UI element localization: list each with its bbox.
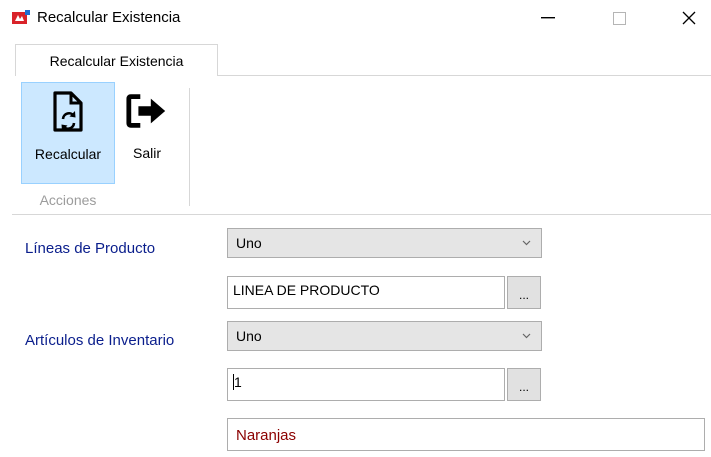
app-icon [12, 10, 30, 26]
close-icon [682, 11, 696, 25]
lineas-producto-combo[interactable]: Uno [227, 228, 542, 258]
articulos-inventario-browse-button[interactable]: ... [507, 368, 541, 401]
chevron-down-icon [522, 333, 531, 339]
group-label-acciones: Acciones [39, 192, 97, 208]
lineas-producto-field-value: LINEA DE PRODUCTO [233, 282, 380, 298]
articulos-inventario-field[interactable]: 1 [227, 368, 505, 401]
articulos-inventario-combo-value: Uno [236, 328, 262, 344]
recalcular-button[interactable]: Recalcular [21, 82, 115, 184]
browse-label: ... [518, 380, 529, 394]
articulos-inventario-combo[interactable]: Uno [227, 321, 542, 351]
browse-label: ... [518, 288, 529, 302]
group-separator [189, 88, 190, 206]
articulos-inventario-label: Artículos de Inventario [25, 332, 175, 349]
ribbon-bottom-border [12, 214, 711, 215]
document-refresh-icon [46, 87, 90, 137]
minimize-icon [541, 17, 555, 19]
tab-recalcular-existencia[interactable]: Recalcular Existencia [15, 44, 218, 76]
maximize-button[interactable] [596, 4, 642, 32]
chevron-down-icon [522, 240, 531, 246]
salir-button[interactable]: Salir [119, 82, 175, 184]
tab-divider [218, 75, 711, 76]
articulo-description-value: Naranjas [236, 427, 297, 444]
tab-label: Recalcular Existencia [49, 52, 184, 69]
recalcular-label: Recalcular [34, 146, 102, 162]
articulo-description-field: Naranjas [227, 418, 705, 451]
lineas-producto-combo-value: Uno [236, 235, 262, 251]
lineas-producto-browse-button[interactable]: ... [507, 276, 541, 309]
maximize-icon [612, 11, 626, 25]
window-title: Recalcular Existencia [37, 9, 181, 26]
close-button[interactable] [666, 4, 711, 32]
exit-icon [125, 86, 169, 136]
minimize-button[interactable] [525, 4, 571, 32]
lineas-producto-label: Líneas de Producto [25, 240, 156, 257]
lineas-producto-field[interactable]: LINEA DE PRODUCTO [227, 276, 505, 309]
title-bar: Recalcular Existencia [0, 0, 711, 36]
articulos-inventario-field-value: 1 [234, 374, 242, 390]
salir-label: Salir [132, 145, 161, 161]
